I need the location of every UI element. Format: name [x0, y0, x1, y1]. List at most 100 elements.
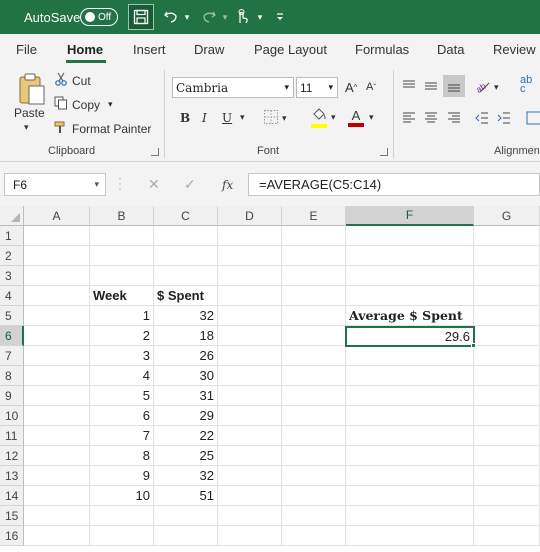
grid-cell[interactable] [282, 226, 346, 246]
cell-b4[interactable]: Week [90, 286, 154, 306]
paste-dropdown-icon[interactable]: ▾ [24, 122, 29, 133]
grid-cell[interactable] [346, 286, 474, 306]
increase-indent-icon[interactable] [496, 110, 512, 126]
grid-cell[interactable] [474, 266, 540, 286]
grid-cell[interactable] [346, 246, 474, 266]
touch-mode-icon[interactable] [232, 7, 252, 27]
row-header-5[interactable]: 5 [0, 306, 24, 326]
grid-cell[interactable] [282, 446, 346, 466]
tab-review[interactable]: Review [493, 42, 536, 57]
grid-cell[interactable] [24, 266, 90, 286]
grid-cell[interactable] [24, 446, 90, 466]
align-top-icon[interactable] [401, 78, 417, 94]
insert-function-icon[interactable]: fx [222, 178, 233, 192]
row-header-3[interactable]: 3 [0, 266, 24, 286]
grid-cell[interactable] [282, 306, 346, 326]
grid-cell[interactable] [474, 346, 540, 366]
redo-dropdown-icon[interactable]: ▾ [220, 7, 230, 27]
grid-cell[interactable] [282, 266, 346, 286]
grid-cell[interactable] [474, 306, 540, 326]
tab-formulas[interactable]: Formulas [355, 42, 409, 57]
grid-cell[interactable] [474, 386, 540, 406]
table-cell-spent[interactable]: 29 [154, 406, 218, 426]
table-cell-week[interactable]: 5 [90, 386, 154, 406]
grid-cell[interactable] [282, 526, 346, 546]
grid-cell[interactable] [282, 426, 346, 446]
row-header-9[interactable]: 9 [0, 386, 24, 406]
copy-dropdown-icon[interactable]: ▾ [108, 99, 113, 110]
grid-cell[interactable] [90, 226, 154, 246]
font-color-button[interactable]: A [348, 108, 364, 127]
grid-cell[interactable] [346, 266, 474, 286]
grid-cell[interactable] [154, 266, 218, 286]
grid-cell[interactable] [24, 466, 90, 486]
row-header-12[interactable]: 12 [0, 446, 24, 466]
paste-icon[interactable] [14, 70, 48, 110]
select-all-button[interactable] [0, 206, 24, 226]
align-center-icon[interactable] [423, 110, 439, 126]
table-cell-spent[interactable]: 32 [154, 306, 218, 326]
formula-bar-splitter[interactable]: · · · [118, 172, 122, 194]
active-cell-f6[interactable]: 29.6 [345, 326, 475, 347]
column-header-c[interactable]: C [154, 206, 218, 226]
grid-cell[interactable] [282, 326, 346, 346]
enter-icon[interactable]: ✓ [184, 176, 196, 193]
font-launcher-icon[interactable] [380, 148, 388, 156]
grid-cell[interactable] [346, 486, 474, 506]
table-cell-week[interactable]: 6 [90, 406, 154, 426]
grid-cell[interactable] [474, 486, 540, 506]
grid-cell[interactable] [474, 286, 540, 306]
bold-button[interactable]: B [180, 111, 190, 125]
grid-cell[interactable] [474, 366, 540, 386]
formula-input[interactable]: =AVERAGE(C5:C14) [248, 173, 540, 196]
row-header-2[interactable]: 2 [0, 246, 24, 266]
column-header-d[interactable]: D [218, 206, 282, 226]
grid-cell[interactable] [218, 406, 282, 426]
table-cell-spent[interactable]: 18 [154, 326, 218, 346]
grid-cell[interactable] [282, 406, 346, 426]
table-cell-spent[interactable]: 25 [154, 446, 218, 466]
grid-cell[interactable] [474, 406, 540, 426]
grid-cell[interactable] [346, 446, 474, 466]
save-icon[interactable] [128, 4, 154, 30]
grid-cell[interactable] [24, 326, 90, 346]
table-cell-spent[interactable]: 30 [154, 366, 218, 386]
row-header-7[interactable]: 7 [0, 346, 24, 366]
grid-cell[interactable] [346, 526, 474, 546]
grid-cell[interactable] [154, 246, 218, 266]
grid-cell[interactable] [346, 426, 474, 446]
grid-cell[interactable] [346, 366, 474, 386]
tab-file[interactable]: File [16, 42, 37, 57]
cancel-icon[interactable]: ✕ [148, 176, 160, 193]
column-header-f[interactable]: F [346, 206, 474, 226]
grid-cell[interactable] [218, 446, 282, 466]
fill-color-dropdown-icon[interactable]: ▾ [331, 112, 336, 123]
cut-button[interactable]: Cut [54, 72, 91, 89]
grid-cell[interactable] [218, 306, 282, 326]
tab-home[interactable]: Home [67, 42, 103, 57]
grid-cell[interactable] [474, 506, 540, 526]
increase-font-size-button[interactable]: A ^ [345, 80, 357, 95]
merge-center-icon[interactable] [526, 110, 540, 126]
grid-cell[interactable] [282, 286, 346, 306]
table-cell-week[interactable]: 1 [90, 306, 154, 326]
column-header-g[interactable]: G [474, 206, 540, 226]
decrease-indent-icon[interactable] [474, 110, 490, 126]
touch-dropdown-icon[interactable]: ▾ [255, 7, 265, 27]
grid-cell[interactable] [24, 366, 90, 386]
grid-cell[interactable] [346, 406, 474, 426]
table-cell-week[interactable]: 9 [90, 466, 154, 486]
grid-cell[interactable] [282, 366, 346, 386]
grid-cell[interactable] [282, 506, 346, 526]
grid-cell[interactable] [154, 526, 218, 546]
grid-cell[interactable] [218, 226, 282, 246]
grid-cell[interactable] [24, 246, 90, 266]
column-header-b[interactable]: B [90, 206, 154, 226]
undo-icon[interactable] [160, 7, 182, 27]
grid-cell[interactable] [346, 346, 474, 366]
grid-cell[interactable] [24, 406, 90, 426]
grid-cell[interactable] [218, 286, 282, 306]
grid-cell[interactable] [218, 266, 282, 286]
tab-page-layout[interactable]: Page Layout [254, 42, 327, 57]
align-middle-icon[interactable] [423, 78, 439, 94]
